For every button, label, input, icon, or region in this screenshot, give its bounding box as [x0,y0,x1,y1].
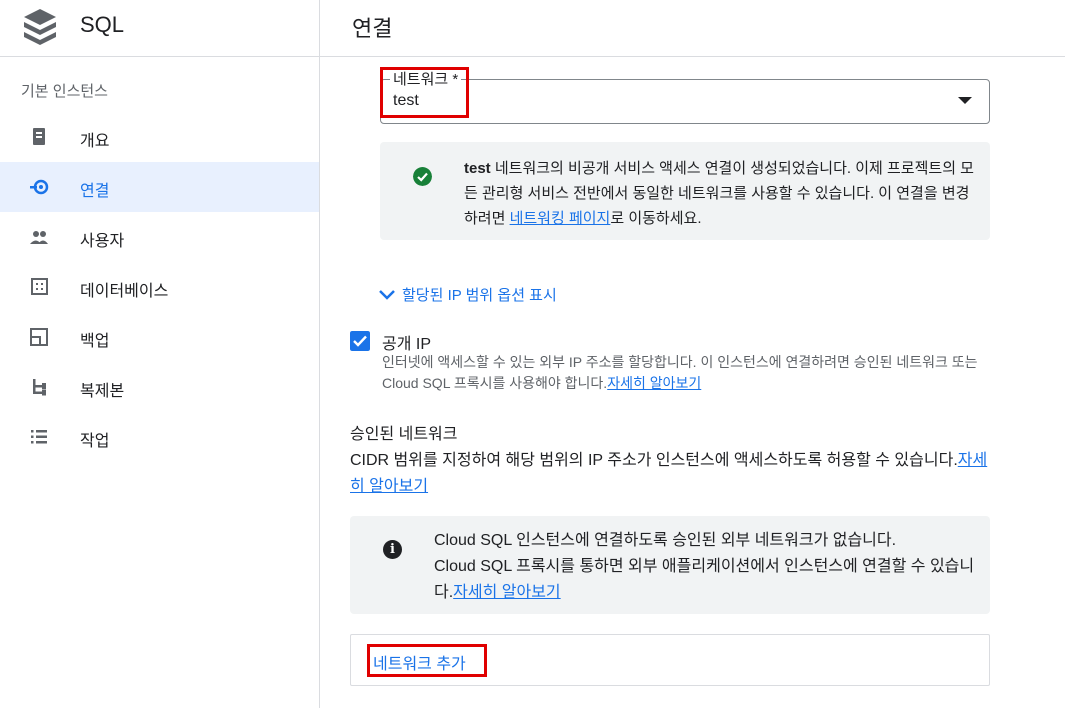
users-icon [30,231,48,244]
sidebar-item-users[interactable]: 사용자 [0,212,319,262]
connections-icon [30,179,49,195]
sidebar-item-label: 데이터베이스 [80,283,169,300]
sidebar-item-label: 작업 [80,433,110,450]
replicas-icon [33,379,46,396]
sidebar-item-overview[interactable]: 개요 [0,112,319,162]
sidebar-item-databases[interactable]: 데이터베이스 [0,262,319,312]
sidebar-item-operations[interactable]: 작업 [0,412,319,462]
networking-page-link[interactable]: 네트워킹 페이지 [510,210,611,227]
success-banner-text: test 네트워크의 비공개 서비스 액세스 연결이 생성되었습니다. 이제 프… [464,156,974,231]
databases-icon [31,278,48,295]
info-banner-text: Cloud SQL 인스턴스에 연결하도록 승인된 외부 네트워크가 없습니다.… [434,528,979,606]
authorized-networks-description: CIDR 범위를 지정하여 해당 범위의 IP 주소가 인스턴스에 액세스하도록… [350,448,990,500]
page-title: 연결 [352,16,393,41]
authorized-networks-title: 승인된 네트워크 [350,426,458,443]
annotation-highlight-network [380,67,469,118]
backups-icon [30,328,48,346]
info-icon: i [383,540,402,559]
instance-section-label: 기본 인스턴스 [21,83,108,100]
public-ip-label: 공개 IP [382,336,432,353]
show-ip-range-options-label: 할당된 IP 범위 옵션 표시 [402,287,557,304]
sidebar-item-label: 복제본 [80,383,125,400]
sidebar-item-backups[interactable]: 백업 [0,312,319,362]
network-select[interactable] [380,79,990,124]
public-ip-checkbox[interactable] [350,331,370,351]
product-title: SQL [80,12,125,37]
sidebar-item-label: 연결 [80,183,110,200]
sql-logo-icon [24,9,56,45]
main-header: 연결 [320,0,1065,57]
sidebar-item-replicas[interactable]: 복제본 [0,362,319,412]
network-name: test [464,160,491,177]
info-line-1: Cloud SQL 인스턴스에 연결하도록 승인된 외부 네트워크가 없습니다. [434,532,897,549]
sidebar-item-connections[interactable]: 연결 [0,162,319,212]
operations-icon [31,430,47,444]
show-ip-range-options-toggle[interactable]: 할당된 IP 범위 옵션 표시 [378,284,557,305]
check-circle-icon [413,167,432,186]
chevron-down-icon [379,289,395,300]
success-suffix: 로 이동하세요. [610,210,702,227]
sidebar-item-label: 개요 [80,133,110,150]
authorized-desc-text: CIDR 범위를 지정하여 해당 범위의 IP 주소가 인스턴스에 액세스하도록… [350,452,958,469]
public-ip-description: 인터넷에 액세스할 수 있는 외부 IP 주소를 할당합니다. 이 인스턴스에 … [382,352,992,394]
info-learn-more-link[interactable]: 자세히 알아보기 [453,584,561,601]
sidebar: SQL 기본 인스턴스 개요 연결 사용자 데이터베이스 백업 복제본 작업 [0,0,320,708]
sidebar-nav: 개요 연결 사용자 데이터베이스 백업 복제본 작업 [0,112,319,462]
overview-icon [33,128,45,145]
public-ip-learn-more-link[interactable]: 자세히 알아보기 [607,375,701,391]
annotation-highlight-add-network [367,644,487,677]
sidebar-item-label: 백업 [80,333,110,350]
dropdown-arrow-icon[interactable] [958,97,972,104]
sidebar-item-label: 사용자 [80,233,125,250]
